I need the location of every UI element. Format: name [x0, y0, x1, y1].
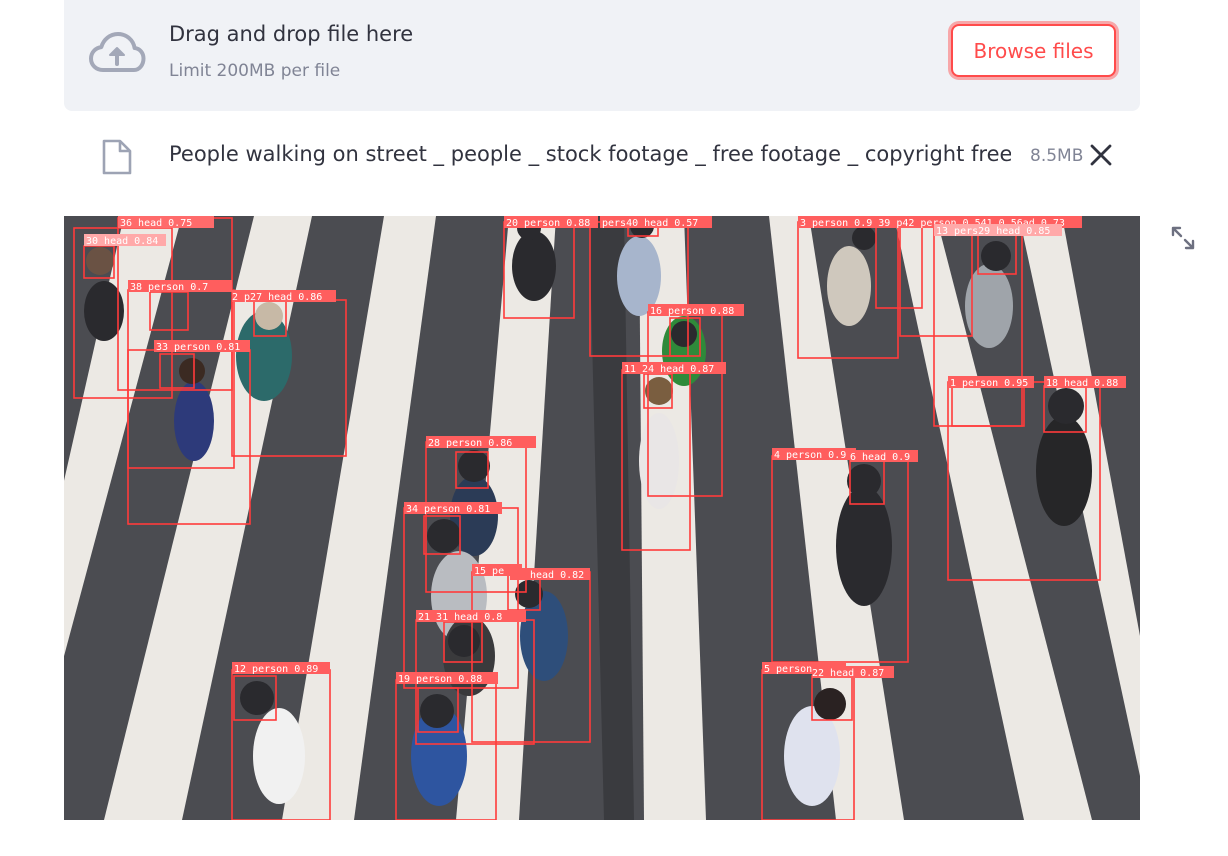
label-4-person: 4 person 0.9	[774, 450, 846, 461]
label-6-head: 6 head 0.9	[850, 452, 910, 463]
label-16-person: 16 person 0.88	[650, 306, 734, 317]
fullscreen-icon[interactable]	[1170, 225, 1196, 251]
label-5-person: 5 person	[764, 664, 812, 675]
label-33-person: 33 person 0.81	[156, 342, 240, 353]
label-27-head: 2 p27 head 0.86	[232, 292, 322, 303]
label-12-person: 12 person 0.89	[234, 664, 318, 675]
uploaded-file-size: 8.5MB	[1030, 146, 1084, 166]
label-29-head: 13 pers29 head 0.85	[936, 226, 1050, 237]
label-34-person: 34 person 0.81	[406, 504, 490, 515]
detection-result-image: 36 head 0.75 30 head 0.84 38 person 0.7 …	[64, 216, 1140, 820]
file-icon	[102, 139, 132, 175]
label-31-head: 21 31 head 0.8	[418, 612, 502, 623]
label-28-person: 28 person 0.86	[428, 438, 512, 449]
label-22-head: 22 head 0.87	[812, 668, 884, 679]
label-19-person: 19 person 0.88	[398, 674, 482, 685]
streamlit-page: Drag and drop file here Limit 200MB per …	[0, 0, 1228, 856]
label-38-person: 38 person 0.7	[130, 282, 208, 293]
label-36-head: 36 head 0.75	[120, 218, 192, 229]
label-18-head: 18 head 0.88	[1046, 378, 1118, 389]
label-40-head: pers40 head 0.57	[602, 218, 698, 229]
dropzone-title: Drag and drop file here	[169, 22, 414, 46]
close-icon[interactable]	[1088, 141, 1114, 169]
label-20-person: 20 person 0.88	[506, 218, 590, 229]
label-1-person: 1 person 0.95	[950, 378, 1028, 389]
label-15-person: 15 pe	[474, 566, 504, 577]
label-head-082: head 0.82	[530, 570, 584, 581]
label-30-head: 30 head 0.84	[86, 236, 158, 247]
dropzone-limit: Limit 200MB per file	[169, 61, 341, 81]
uploaded-file-name: People walking on street _ people _ stoc…	[169, 142, 1011, 166]
cloud-upload-icon	[89, 32, 146, 72]
street-scene: 36 head 0.75 30 head 0.84 38 person 0.7 …	[64, 216, 1140, 820]
label-24-head: 11 24 head 0.87	[624, 364, 714, 375]
browse-files-button[interactable]: Browse files	[951, 24, 1116, 77]
